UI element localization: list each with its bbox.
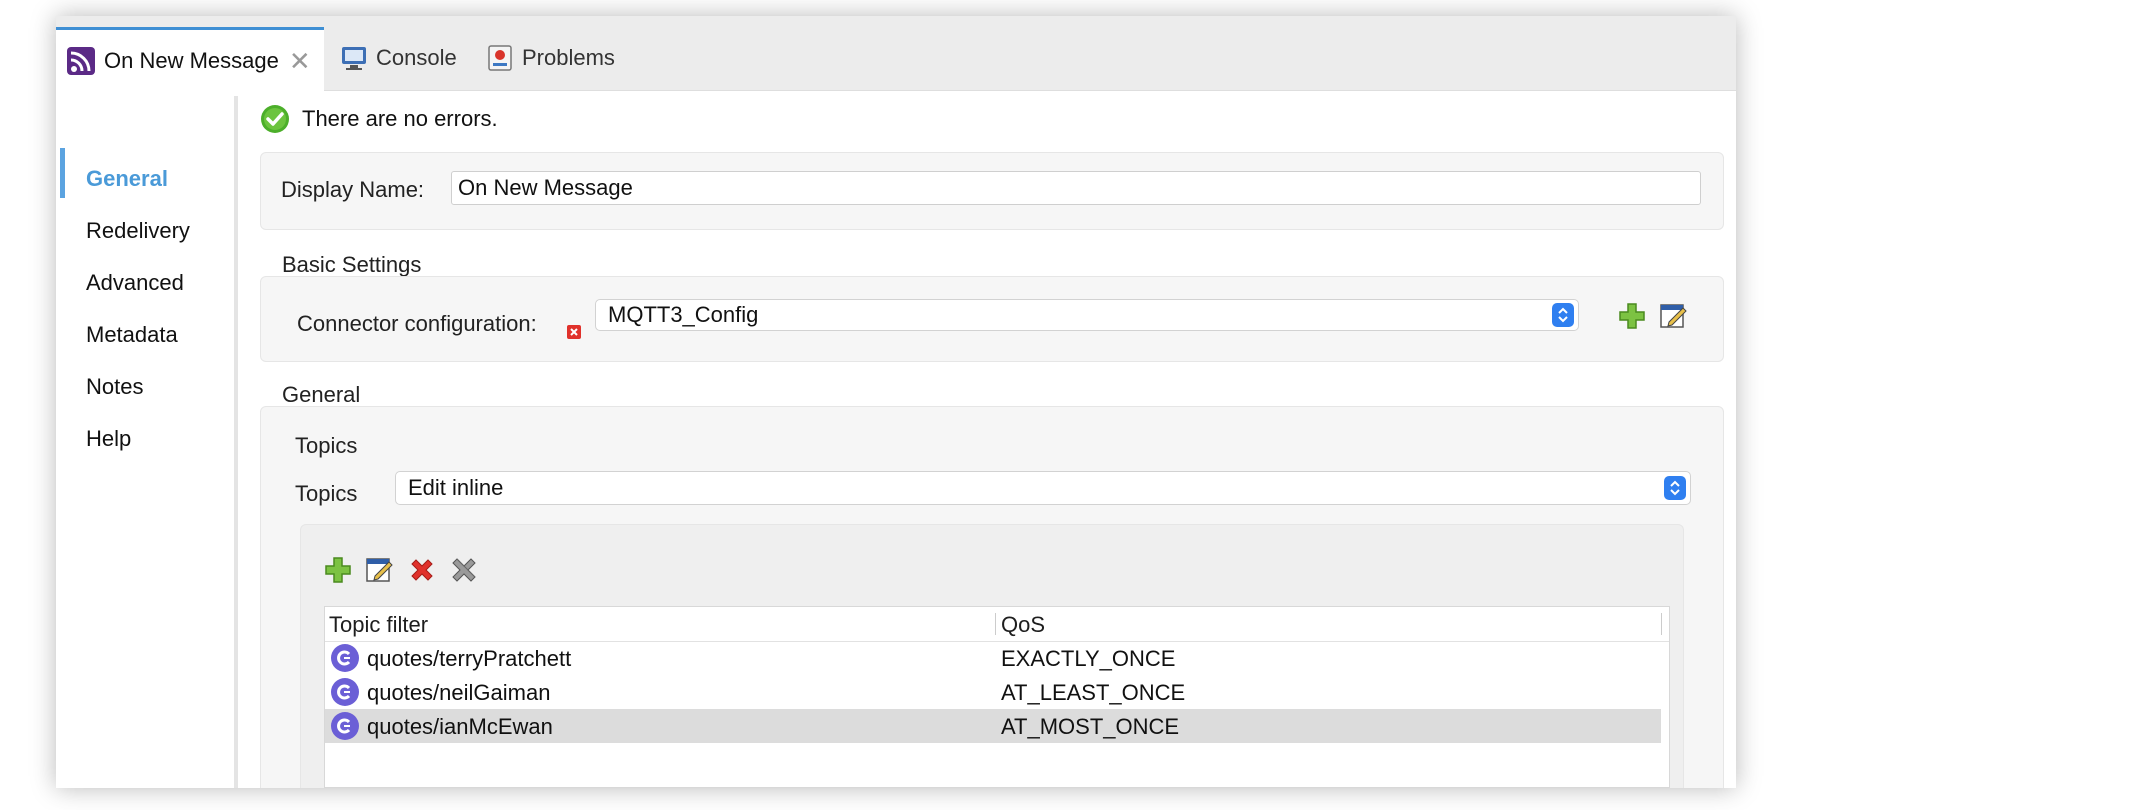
status-text: There are no errors. — [302, 106, 498, 131]
connector-config-value: MQTT3_Config — [608, 302, 759, 327]
general-section-title: General — [282, 382, 361, 407]
display-name-panel: Display Name: On New Message — [260, 152, 1724, 230]
tab-on-new-message[interactable]: On New Message ✕ — [56, 27, 324, 91]
close-icon[interactable]: ✕ — [289, 48, 311, 74]
validation-status: There are no errors. — [260, 104, 498, 134]
tab-bar: On New Message ✕ Console Problems — [56, 16, 1736, 91]
connector-config-label: Connector configuration: — [297, 311, 537, 336]
nav-divider — [234, 96, 238, 788]
topic-entry-icon — [331, 678, 359, 706]
nav-item-redelivery[interactable]: Redelivery — [86, 218, 190, 244]
topic-filter-cell: quotes/neilGaiman — [367, 680, 551, 705]
nav-item-notes[interactable]: Notes — [86, 374, 143, 400]
nav-item-help[interactable]: Help — [86, 426, 131, 452]
table-row-selected[interactable]: quotes/ianMcEwan AT_MOST_ONCE — [325, 709, 1661, 743]
chevron-updown-icon — [1552, 303, 1574, 327]
add-config-plus-icon[interactable] — [1617, 301, 1647, 331]
connector-config-select[interactable]: MQTT3_Config — [595, 299, 1579, 331]
tab-label: Console — [376, 45, 457, 70]
problems-icon — [486, 44, 514, 72]
topics-label: Topics — [295, 481, 358, 506]
error-marker-icon — [567, 325, 581, 339]
nav-item-advanced[interactable]: Advanced — [86, 270, 184, 296]
add-row-plus-icon[interactable] — [323, 555, 353, 585]
topic-entry-icon — [331, 712, 359, 740]
properties-nav: General Redelivery Advanced Metadata Not… — [56, 96, 236, 788]
clear-all-icon[interactable] — [449, 555, 479, 585]
tab-label: On New Message — [104, 47, 279, 73]
topics-mode-value: Edit inline — [408, 475, 504, 500]
column-header-qos[interactable]: QoS — [1001, 612, 1045, 638]
display-name-input[interactable]: On New Message — [451, 171, 1701, 205]
tab-label: Problems — [522, 45, 615, 70]
check-circle-icon — [260, 104, 290, 134]
column-separator — [995, 613, 996, 635]
delete-row-icon[interactable] — [407, 555, 437, 585]
editor-window: On New Message ✕ Console Problems Genera… — [56, 16, 1736, 788]
chevron-updown-icon — [1664, 476, 1686, 500]
column-separator — [1661, 613, 1662, 635]
table-row[interactable]: quotes/neilGaiman AT_LEAST_ONCE — [325, 675, 1661, 709]
edit-row-icon[interactable] — [365, 555, 395, 585]
topics-group-title: Topics — [295, 433, 358, 458]
basic-settings-panel: Connector configuration: MQTT3_Config — [260, 276, 1724, 362]
qos-cell: EXACTLY_ONCE — [1001, 646, 1176, 671]
mqtt-feed-icon — [66, 46, 96, 76]
nav-active-marker — [60, 148, 65, 198]
tab-problems[interactable]: Problems — [486, 26, 615, 90]
table-row[interactable]: quotes/terryPratchett EXACTLY_ONCE — [325, 641, 1661, 675]
topic-entry-icon — [331, 644, 359, 672]
edit-config-icon[interactable] — [1659, 301, 1689, 331]
qos-cell: AT_LEAST_ONCE — [1001, 680, 1186, 705]
qos-cell: AT_MOST_ONCE — [1001, 714, 1180, 739]
console-icon — [340, 45, 368, 71]
nav-item-metadata[interactable]: Metadata — [86, 322, 178, 348]
column-header-topic-filter[interactable]: Topic filter — [329, 612, 428, 638]
topics-mode-select[interactable]: Edit inline — [395, 471, 1691, 505]
topics-table: Topic filter QoS quotes/terryPratchett E… — [324, 606, 1670, 788]
table-header: Topic filter QoS — [325, 607, 1669, 642]
tab-console[interactable]: Console — [340, 26, 457, 90]
display-name-label: Display Name: — [281, 177, 425, 202]
topic-filter-cell: quotes/terryPratchett — [367, 646, 572, 671]
topic-filter-cell: quotes/ianMcEwan — [367, 714, 553, 739]
basic-settings-title: Basic Settings — [282, 252, 422, 277]
nav-item-general[interactable]: General — [86, 166, 168, 192]
